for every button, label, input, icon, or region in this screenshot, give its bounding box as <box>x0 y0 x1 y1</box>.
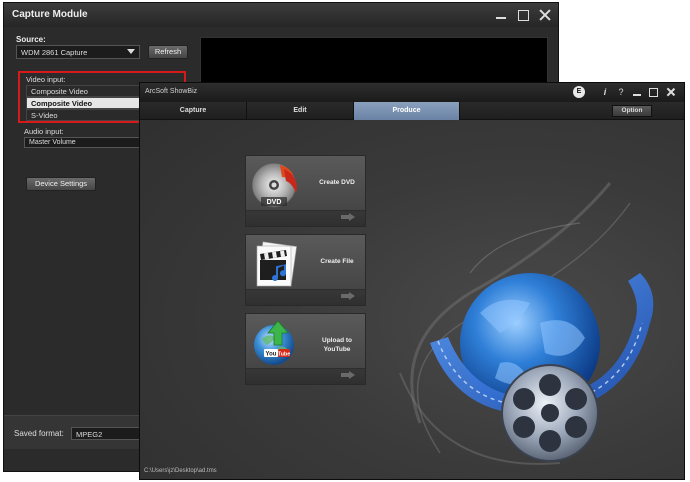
create-dvd-button[interactable]: DVD Create DVD <box>245 155 366 227</box>
showbiz-close-button[interactable] <box>664 85 678 99</box>
source-select-value: WDM 2861 Capture <box>21 48 88 57</box>
arrow-right-icon <box>341 371 355 379</box>
arrow-right-icon <box>341 292 355 300</box>
audio-input-label: Audio input: <box>24 127 64 136</box>
capture-window-title: Capture Module <box>12 9 88 20</box>
saved-format-label: Saved format: <box>14 429 64 438</box>
svg-text:DVD: DVD <box>267 199 282 206</box>
globe-film-reel-illustration <box>399 182 654 465</box>
info-icon[interactable]: i <box>598 85 612 99</box>
status-file-path: C:\Users\jz\Desktop\ad.tms <box>144 468 217 474</box>
device-settings-button[interactable]: Device Settings <box>26 177 96 191</box>
youtube-globe-icon: You Tube <box>254 320 294 365</box>
capture-minimize-button[interactable] <box>492 6 510 24</box>
source-select[interactable]: WDM 2861 Capture <box>16 45 140 59</box>
source-label: Source: <box>16 35 46 44</box>
saved-format-select[interactable]: MPEG2 <box>71 427 143 440</box>
refresh-button[interactable]: Refresh <box>148 45 188 59</box>
create-file-label: Create File <box>320 258 354 265</box>
tab-produce[interactable]: Produce <box>354 102 460 120</box>
capture-maximize-button[interactable] <box>514 6 532 24</box>
chevron-down-icon <box>127 49 135 54</box>
arrow-right-icon <box>341 213 355 221</box>
e-badge-icon[interactable]: E <box>573 86 585 98</box>
tab-capture[interactable]: Capture <box>140 102 247 120</box>
showbiz-window: ArcSoft ShowBiz E i ? Capture Edit Produ… <box>139 82 685 480</box>
help-icon[interactable]: ? <box>614 85 628 99</box>
dvd-disc-icon: DVD <box>251 162 297 208</box>
create-file-button[interactable]: Create File <box>245 234 366 306</box>
create-dvd-label: Create DVD <box>319 179 355 186</box>
audio-input-select[interactable]: Master Volume <box>24 137 154 148</box>
svg-text:Tube: Tube <box>278 352 291 358</box>
capture-close-button[interactable] <box>536 6 554 24</box>
option-button[interactable]: Option <box>612 105 652 117</box>
window-reflection <box>3 455 139 469</box>
showbiz-window-title: ArcSoft ShowBiz <box>145 88 198 95</box>
upload-youtube-button[interactable]: You Tube Upload to YouTube <box>245 313 366 385</box>
upload-youtube-label: Upload to YouTube <box>322 337 352 353</box>
capture-titlebar: Capture Module <box>4 3 558 27</box>
film-clapper-icon <box>256 241 297 287</box>
svg-text:You: You <box>266 352 277 358</box>
showbiz-tab-bar: Capture Edit Produce Option <box>140 102 684 120</box>
showbiz-minimize-button[interactable] <box>630 85 644 99</box>
video-input-label: Video input: <box>26 75 66 84</box>
tab-edit[interactable]: Edit <box>247 102 354 120</box>
showbiz-maximize-button[interactable] <box>646 85 660 99</box>
showbiz-titlebar: ArcSoft ShowBiz E i ? <box>140 83 684 102</box>
